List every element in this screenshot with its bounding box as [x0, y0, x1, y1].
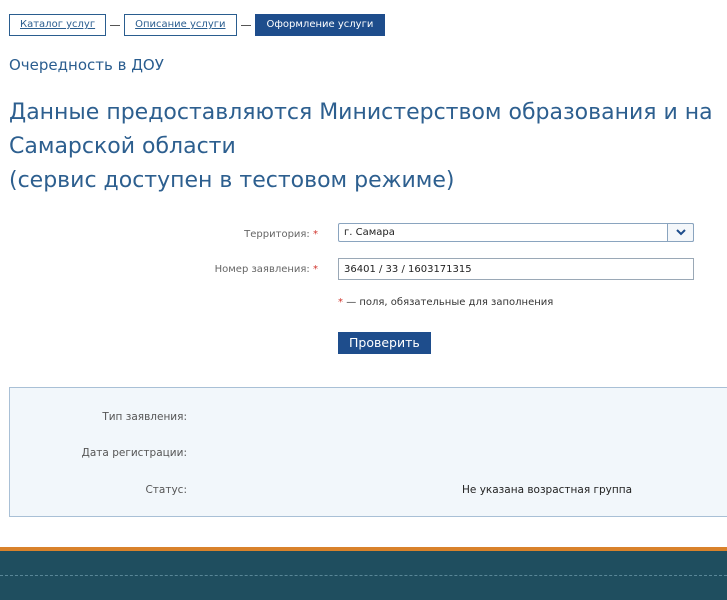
page-title-line: Самарской области: [9, 134, 236, 159]
footer: [0, 547, 727, 600]
breadcrumb-link-description[interactable]: Описание услуги: [124, 14, 237, 36]
breadcrumb-separator: [240, 24, 251, 26]
breadcrumb-current: Оформление услуги: [254, 14, 386, 36]
breadcrumb: Каталог услуг Описание услуги Оформление…: [9, 14, 386, 36]
required-mark: *: [338, 297, 343, 308]
required-mark: *: [313, 229, 318, 240]
required-fields-hint-text: — поля, обязательные для заполнения: [346, 297, 554, 308]
required-mark: *: [313, 264, 318, 275]
chevron-down-icon[interactable]: [667, 223, 694, 242]
breadcrumb-separator: [110, 24, 121, 26]
application-number-label: Номер заявления: *: [215, 264, 318, 275]
application-type-label: Тип заявления:: [102, 411, 187, 423]
status-value: Не указана возрастная группа: [462, 484, 633, 496]
registration-date-label: Дата регистрации:: [81, 447, 187, 459]
territory-select-value: г. Самара: [344, 227, 395, 238]
check-button[interactable]: Проверить: [338, 332, 431, 354]
required-fields-hint: * — поля, обязательные для заполнения: [338, 297, 553, 308]
service-name: Очередность в ДОУ: [9, 56, 164, 74]
territory-select[interactable]: г. Самара: [338, 223, 694, 242]
territory-label-text: Территория:: [244, 229, 310, 240]
page-title: Данные предоставляются Министерством обр…: [9, 96, 727, 198]
page-title-line: Данные предоставляются Министерством обр…: [9, 100, 713, 125]
page-title-line: (сервис доступен в тестовом режиме): [9, 168, 455, 193]
breadcrumb-link-catalog[interactable]: Каталог услуг: [9, 14, 107, 36]
application-number-label-text: Номер заявления:: [214, 264, 310, 275]
footer-divider: [0, 575, 727, 576]
status-label: Статус:: [145, 484, 187, 496]
territory-label: Территория: *: [244, 229, 318, 240]
results-panel: Тип заявления: Дата регистрации: Статус:…: [9, 387, 727, 517]
application-number-input[interactable]: [338, 258, 694, 280]
